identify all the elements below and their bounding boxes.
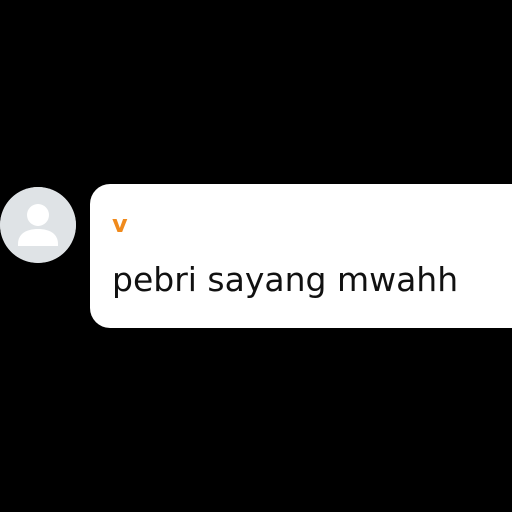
message-bubble[interactable]: v pebri sayang mwahh [90,184,512,328]
default-user-avatar-icon [0,187,76,263]
message-text: pebri sayang mwahh [112,260,459,299]
sender-avatar[interactable] [0,187,76,263]
chat-canvas: v pebri sayang mwahh [0,0,512,512]
sender-name: v [112,210,128,238]
